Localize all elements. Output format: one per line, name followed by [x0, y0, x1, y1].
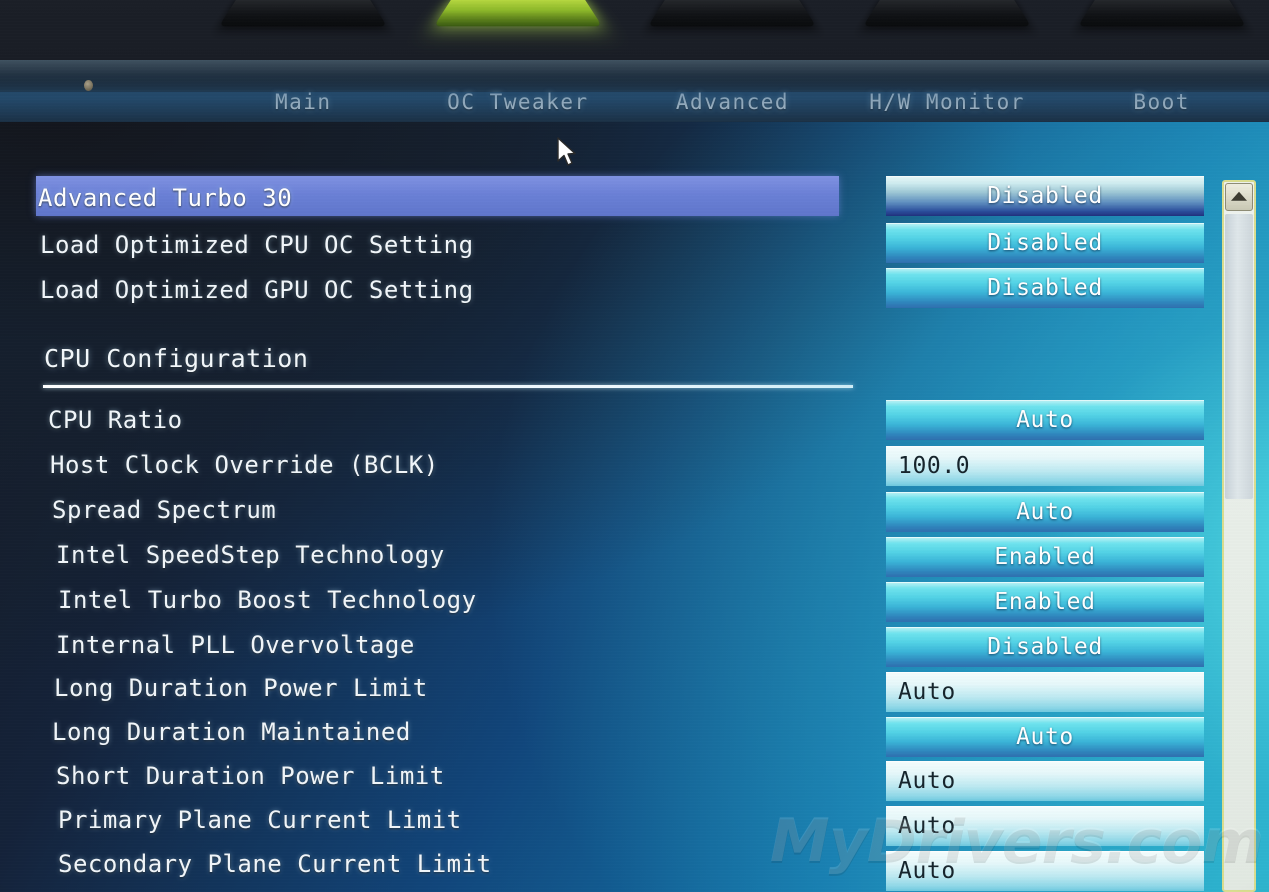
setting-label[interactable]: Primary Plane Current Limit: [58, 806, 462, 834]
setting-value-dropdown[interactable]: Auto: [886, 492, 1204, 532]
section-divider: [43, 385, 853, 388]
setting-value-input[interactable]: 100.0: [886, 446, 1204, 486]
setting-label[interactable]: Load Optimized CPU OC Setting: [40, 231, 474, 259]
setting-value-input[interactable]: Auto: [886, 761, 1204, 801]
setting-value-dropdown[interactable]: Enabled: [886, 537, 1204, 577]
mouse-pointer-icon: [556, 137, 578, 169]
setting-value-dropdown[interactable]: Auto: [886, 717, 1204, 757]
setting-value-dropdown[interactable]: Disabled: [886, 627, 1204, 667]
setting-value-input[interactable]: Auto: [886, 672, 1204, 712]
setting-label[interactable]: Long Duration Maintained: [52, 718, 411, 746]
setting-value-input[interactable]: Auto: [886, 851, 1204, 891]
chevron-up-icon: [1231, 191, 1247, 201]
setting-label[interactable]: Intel Turbo Boost Technology: [58, 586, 477, 614]
setting-label[interactable]: Intel SpeedStep Technology: [56, 541, 445, 569]
scrollbar-thumb[interactable]: [1225, 214, 1253, 499]
setting-label[interactable]: Load Optimized GPU OC Setting: [40, 276, 474, 304]
section-heading: CPU Configuration: [44, 344, 309, 373]
scroll-up-button[interactable]: [1225, 183, 1253, 211]
setting-value-input[interactable]: Auto: [886, 806, 1204, 846]
settings-value-column: Disabled Disabled Disabled Auto 100.0 Auto Ena…: [886, 0, 1216, 892]
setting-label[interactable]: Internal PLL Overvoltage: [56, 631, 415, 659]
setting-value-dropdown[interactable]: Disabled: [886, 176, 1204, 216]
setting-label[interactable]: CPU Ratio: [48, 406, 183, 434]
setting-label[interactable]: Short Duration Power Limit: [56, 762, 445, 790]
setting-value-dropdown[interactable]: Disabled: [886, 223, 1204, 263]
setting-label[interactable]: Spread Spectrum: [52, 496, 276, 524]
setting-label[interactable]: Host Clock Override (BCLK): [50, 451, 439, 479]
bios-screen: Main OC Tweaker Advanced H/W Monitor Boo…: [0, 0, 1269, 892]
setting-value-dropdown[interactable]: Disabled: [886, 268, 1204, 308]
setting-label[interactable]: Secondary Plane Current Limit: [58, 850, 492, 878]
setting-value-dropdown[interactable]: Auto: [886, 400, 1204, 440]
setting-label[interactable]: Advanced Turbo 30: [38, 184, 292, 212]
setting-label[interactable]: Long Duration Power Limit: [54, 674, 428, 702]
setting-value-dropdown[interactable]: Enabled: [886, 582, 1204, 622]
settings-label-column: Advanced Turbo 30 Load Optimized CPU OC S…: [0, 0, 900, 892]
